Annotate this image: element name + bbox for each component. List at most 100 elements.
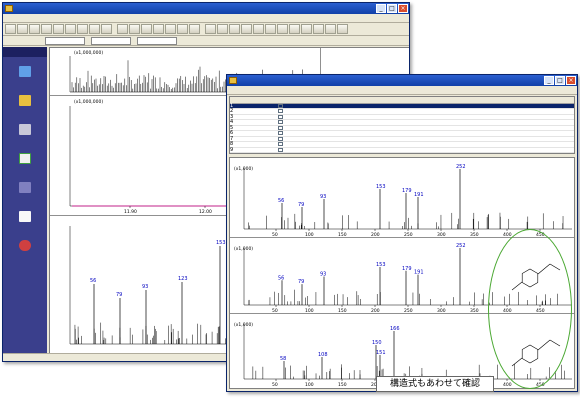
toolbar-button[interactable] (77, 24, 88, 34)
maximize-button[interactable]: □ (387, 4, 397, 13)
table-cell (546, 104, 574, 109)
table-cell (277, 142, 495, 147)
toolbar-button[interactable] (141, 24, 152, 34)
structure-icon (277, 114, 283, 119)
toolbar-button[interactable] (129, 24, 140, 34)
table-row[interactable]: 9 (230, 146, 574, 153)
toolbar-button[interactable] (53, 24, 64, 34)
toolbar-button[interactable] (277, 24, 288, 34)
table-cell: 8 (230, 141, 234, 147)
sidebar-item-quant[interactable] (3, 173, 47, 202)
toolbar-button[interactable] (205, 24, 216, 34)
hit1-scale-label: (x1,000) (234, 246, 253, 252)
library-menu-bar (227, 86, 577, 95)
sidebar (3, 47, 47, 353)
table-cell (546, 148, 574, 153)
column-header[interactable] (230, 97, 242, 103)
column-header[interactable] (242, 97, 258, 103)
table-cell (242, 115, 258, 120)
table-cell (258, 104, 278, 109)
column-header[interactable] (546, 97, 574, 103)
structure-icon (277, 147, 283, 152)
minimize-button[interactable]: _ (376, 4, 386, 13)
close-button[interactable]: × (566, 76, 576, 85)
table-cell (277, 136, 495, 142)
ms-peak-label: 153 (216, 240, 226, 246)
maximize-button[interactable]: □ (555, 76, 565, 85)
column-header[interactable] (494, 97, 520, 103)
toolbar-button[interactable] (5, 24, 16, 34)
hit2-x-tick-label: 100 (305, 382, 314, 388)
structure-icon (277, 103, 283, 108)
folder-icon (19, 94, 31, 106)
main-menu-bar (3, 14, 409, 23)
sidebar-item-calibration[interactable] (3, 144, 47, 173)
peak-field[interactable] (91, 36, 131, 45)
hit2-peak-label: 58 (280, 356, 286, 362)
library-title-bar[interactable]: _ □ × (227, 75, 577, 86)
minimize-button[interactable]: _ (544, 76, 554, 85)
structure-icon (277, 131, 283, 135)
toolbar-button[interactable] (177, 24, 188, 34)
scan-field[interactable] (45, 36, 85, 45)
table-cell (546, 131, 574, 136)
toolbar-button[interactable] (17, 24, 28, 34)
ms-peak-label: 93 (142, 284, 148, 290)
table-cell (242, 137, 258, 142)
toolbar-button[interactable] (337, 24, 348, 34)
table-cell (494, 109, 520, 114)
toolbar-button[interactable] (165, 24, 176, 34)
group-field[interactable] (137, 36, 177, 45)
toolbar-button[interactable] (65, 24, 76, 34)
toolbar-button[interactable] (325, 24, 336, 34)
table-cell (494, 148, 520, 153)
hit-list-table: 123456789 (229, 96, 575, 154)
main-title-bar[interactable]: _ □ × (3, 3, 409, 14)
toolbar-button[interactable] (217, 24, 228, 34)
target-spectrum: (x1,000)56799315317919125250 100 150 200 250… (234, 164, 572, 238)
sidebar-item-report[interactable] (3, 202, 47, 231)
column-header[interactable] (520, 97, 546, 103)
toolbar-button[interactable] (41, 24, 52, 34)
app-icon (229, 77, 237, 84)
hit1-peak-label: 79 (298, 279, 304, 285)
sidebar-item-method[interactable] (3, 86, 47, 115)
app-icon (5, 5, 13, 12)
disk-icon (19, 181, 31, 193)
table-cell (546, 115, 574, 120)
toolbar-button[interactable] (301, 24, 312, 34)
ms-peak-label: 123 (178, 276, 188, 282)
highlight-ellipse (488, 229, 572, 389)
target-spectrum-plot[interactable]: (x1,000) 56 79 93 153 179 191 252 50 100 150 200 250… (230, 158, 574, 238)
toolbar-button[interactable] (289, 24, 300, 34)
sidebar-item-parameters[interactable] (3, 115, 47, 144)
toolbar-button[interactable] (241, 24, 252, 34)
table-cell (242, 120, 258, 125)
column-header[interactable] (258, 97, 278, 103)
toolbar-button[interactable] (117, 24, 128, 34)
toolbar-button[interactable] (313, 24, 324, 34)
table-cell (520, 142, 546, 147)
column-header[interactable] (278, 97, 495, 103)
hit1-peak-label: 153 (376, 262, 386, 268)
hit2-x-tick-label: 400 (503, 382, 512, 388)
close-button[interactable]: × (398, 4, 408, 13)
toolbar-button[interactable] (89, 24, 100, 34)
sidebar-item-top[interactable] (3, 57, 47, 86)
toolbar-button[interactable] (253, 24, 264, 34)
toolbar-button[interactable] (101, 24, 112, 34)
toolbar-button[interactable] (265, 24, 276, 34)
table-cell (258, 115, 278, 120)
spectrum-icon (19, 65, 31, 77)
toolbar-button[interactable] (153, 24, 164, 34)
sidebar-item-help[interactable] (3, 231, 47, 260)
toolbar-button[interactable] (29, 24, 40, 34)
toolbar-button[interactable] (229, 24, 240, 34)
ms-peak-label: 56 (90, 278, 96, 284)
table-cell (494, 126, 520, 131)
table-cell (494, 142, 520, 147)
toolbar-button[interactable] (189, 24, 200, 34)
table-cell: 9 (230, 146, 234, 153)
hit2-peak-label: 150 (372, 340, 382, 346)
table-cell (242, 126, 258, 131)
